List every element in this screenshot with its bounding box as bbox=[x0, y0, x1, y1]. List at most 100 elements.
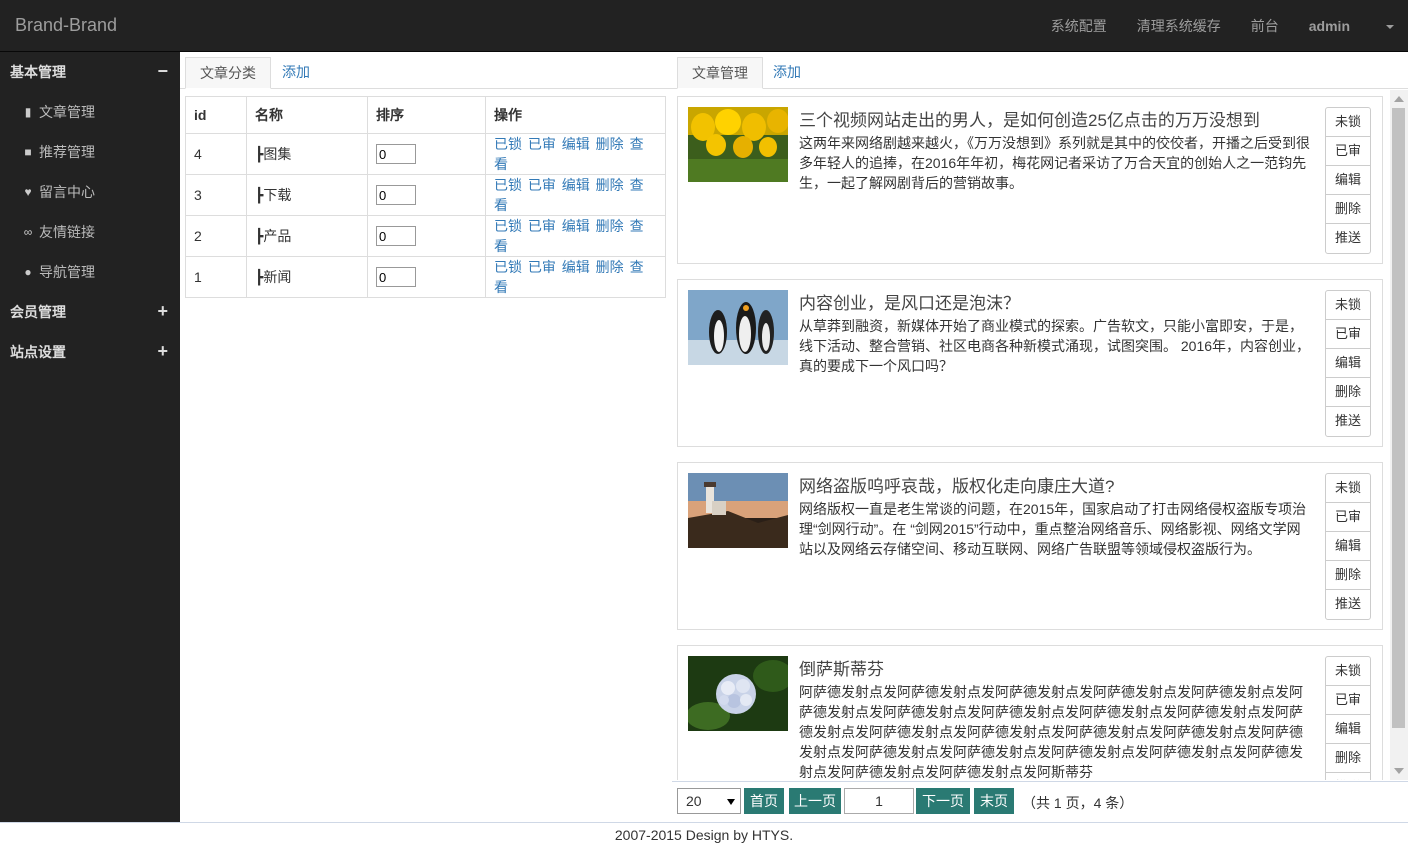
sidebar-group-members[interactable]: 会员管理 + bbox=[0, 292, 180, 332]
edit-button[interactable]: 编辑 bbox=[1326, 715, 1370, 744]
approve-link[interactable]: 已审 bbox=[528, 218, 556, 234]
prev-page-button[interactable]: 上一页 bbox=[789, 788, 841, 814]
table-row: 3 ┣下载 已锁 已审 编辑 删除 查看 bbox=[185, 174, 666, 216]
article-thumbnail[interactable] bbox=[688, 290, 788, 365]
approve-link[interactable]: 已审 bbox=[528, 177, 556, 193]
unlock-button[interactable]: 未锁 bbox=[1326, 291, 1370, 320]
column-header-name[interactable]: 名称 bbox=[246, 96, 368, 134]
article-list-scrollbar[interactable] bbox=[1390, 90, 1408, 780]
delete-button[interactable]: 删除 bbox=[1326, 561, 1370, 590]
approve-link[interactable]: 已审 bbox=[528, 136, 556, 152]
cell-id: 1 bbox=[185, 256, 247, 298]
approve-link[interactable]: 已审 bbox=[528, 259, 556, 275]
order-input[interactable] bbox=[376, 144, 416, 164]
sidebar-group-basic[interactable]: 基本管理 − bbox=[0, 52, 180, 92]
edit-link[interactable]: 编辑 bbox=[562, 177, 590, 193]
sidebar-item-navigation[interactable]: ● 导航管理 bbox=[0, 252, 180, 292]
edit-link[interactable]: 编辑 bbox=[562, 136, 590, 152]
next-page-button[interactable]: 下一页 bbox=[916, 788, 970, 814]
nav-system-config[interactable]: 系统配置 bbox=[1051, 16, 1107, 36]
collapse-icon[interactable]: − bbox=[157, 62, 168, 80]
cell-name: ┣图集 bbox=[246, 133, 368, 175]
article-title[interactable]: 倒萨斯蒂芬 bbox=[799, 655, 1319, 680]
delete-button[interactable]: 删除 bbox=[1326, 744, 1370, 773]
sidebar-item-messages[interactable]: ♥ 留言中心 bbox=[0, 172, 180, 212]
article-title[interactable]: 三个视频网站走出的男人，是如何创造25亿点击的万万没想到 bbox=[799, 106, 1319, 131]
edit-link[interactable]: 编辑 bbox=[562, 259, 590, 275]
file-icon: ▮ bbox=[24, 105, 32, 119]
sidebar-group-site-settings[interactable]: 站点设置 + bbox=[0, 332, 180, 372]
page-number-input[interactable]: 1 bbox=[844, 788, 914, 814]
sidebar-item-links[interactable]: ∞ 友情链接 bbox=[0, 212, 180, 252]
last-page-button[interactable]: 末页 bbox=[974, 788, 1014, 814]
sidebar-item-label: 文章管理 bbox=[39, 104, 95, 120]
tab-article-category[interactable]: 文章分类 bbox=[185, 57, 271, 89]
scroll-down-icon[interactable] bbox=[1394, 768, 1404, 774]
article-thumbnail[interactable] bbox=[688, 656, 788, 731]
nav-frontend[interactable]: 前台 bbox=[1251, 16, 1279, 36]
delete-link[interactable]: 删除 bbox=[596, 259, 624, 275]
cell-name: ┣下载 bbox=[246, 174, 368, 216]
bookmark-icon: ■ bbox=[24, 145, 32, 159]
scroll-up-icon[interactable] bbox=[1394, 96, 1404, 102]
cell-id: 2 bbox=[185, 215, 247, 257]
dropdown-arrow-icon bbox=[727, 799, 735, 805]
delete-link[interactable]: 删除 bbox=[596, 177, 624, 193]
approved-button[interactable]: 已审 bbox=[1326, 137, 1370, 166]
approved-button[interactable]: 已审 bbox=[1326, 320, 1370, 349]
article-summary: 阿萨德发射点发阿萨德发射点发阿萨德发射点发阿萨德发射点发阿萨德发射点发阿萨德发射… bbox=[799, 684, 1303, 780]
sidebar-item-articles[interactable]: ▮ 文章管理 bbox=[0, 92, 180, 132]
unlock-button[interactable]: 未锁 bbox=[1326, 657, 1370, 686]
column-header-id[interactable]: id bbox=[185, 96, 247, 134]
article-thumbnail[interactable] bbox=[688, 107, 788, 182]
article-thumbnail[interactable] bbox=[688, 473, 788, 548]
lock-link[interactable]: 已锁 bbox=[494, 259, 522, 275]
push-button[interactable]: 推送 bbox=[1326, 224, 1370, 253]
approved-button[interactable]: 已审 bbox=[1326, 503, 1370, 532]
scrollbar-thumb[interactable] bbox=[1392, 108, 1405, 728]
unlock-button[interactable]: 未锁 bbox=[1326, 474, 1370, 503]
order-input[interactable] bbox=[376, 185, 416, 205]
nav-clear-cache[interactable]: 清理系统缓存 bbox=[1137, 16, 1221, 36]
brand-logo[interactable]: Brand-Brand bbox=[15, 15, 117, 36]
delete-link[interactable]: 删除 bbox=[596, 136, 624, 152]
edit-button[interactable]: 编辑 bbox=[1326, 349, 1370, 378]
delete-link[interactable]: 删除 bbox=[596, 218, 624, 234]
page-size-value: 20 bbox=[686, 793, 702, 809]
category-tabbar: 文章分类 添加 bbox=[180, 52, 672, 89]
top-nav-links: 系统配置 清理系统缓存 前台 admin bbox=[1051, 0, 1408, 52]
push-button[interactable]: 推送 bbox=[1326, 407, 1370, 436]
pagination-summary: （共 1 页，4 条） bbox=[1022, 795, 1134, 811]
user-menu[interactable]: admin bbox=[1309, 18, 1394, 34]
lock-link[interactable]: 已锁 bbox=[494, 177, 522, 193]
delete-button[interactable]: 删除 bbox=[1326, 195, 1370, 224]
add-article-link[interactable]: 添加 bbox=[773, 57, 801, 89]
edit-button[interactable]: 编辑 bbox=[1326, 532, 1370, 561]
first-page-button[interactable]: 首页 bbox=[744, 788, 784, 814]
lock-link[interactable]: 已锁 bbox=[494, 218, 522, 234]
article-title[interactable]: 网络盗版呜呼哀哉，版权化走向康庄大道? bbox=[799, 472, 1319, 497]
expand-icon[interactable]: + bbox=[157, 302, 168, 320]
push-button[interactable]: 推送 bbox=[1326, 590, 1370, 619]
lock-link[interactable]: 已锁 bbox=[494, 136, 522, 152]
expand-icon[interactable]: + bbox=[157, 342, 168, 360]
unlock-button[interactable]: 未锁 bbox=[1326, 108, 1370, 137]
order-input[interactable] bbox=[376, 267, 416, 287]
order-input[interactable] bbox=[376, 226, 416, 246]
sidebar-item-label: 导航管理 bbox=[39, 264, 95, 280]
tab-article-management[interactable]: 文章管理 bbox=[677, 57, 763, 89]
article-title[interactable]: 内容创业，是风口还是泡沫？ bbox=[799, 289, 1319, 314]
delete-button[interactable]: 删除 bbox=[1326, 378, 1370, 407]
column-header-order[interactable]: 排序 bbox=[367, 96, 486, 134]
page-size-select[interactable]: 20 bbox=[677, 788, 741, 814]
push-button[interactable]: 推送 bbox=[1326, 773, 1370, 780]
cell-order bbox=[367, 215, 486, 257]
sidebar-item-recommend[interactable]: ■ 推荐管理 bbox=[0, 132, 180, 172]
table-row: 2 ┣产品 已锁 已审 编辑 删除 查看 bbox=[185, 215, 666, 257]
table-header: id 名称 排序 操作 bbox=[185, 96, 666, 134]
edit-button[interactable]: 编辑 bbox=[1326, 166, 1370, 195]
add-category-link[interactable]: 添加 bbox=[282, 57, 310, 89]
edit-link[interactable]: 编辑 bbox=[562, 218, 590, 234]
category-table: id 名称 排序 操作 4 ┣图集 已锁 已审 编辑 删除 查看 3 ┣下载 已… bbox=[185, 96, 666, 298]
approved-button[interactable]: 已审 bbox=[1326, 686, 1370, 715]
